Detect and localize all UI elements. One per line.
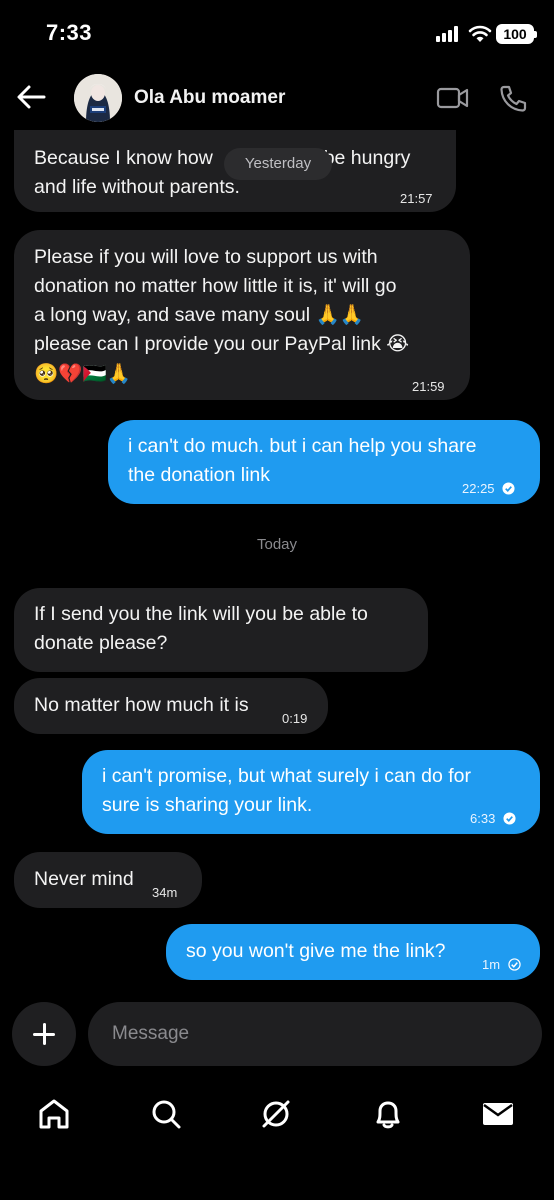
message-incoming[interactable]: Please if you will love to support us wi… (14, 230, 470, 400)
back-arrow-icon[interactable] (16, 84, 46, 110)
wifi-icon (468, 25, 492, 42)
date-pill: Yesterday (224, 148, 332, 180)
bottom-tab-bar (0, 1080, 554, 1150)
status-bar: 7:33 100 (0, 0, 554, 64)
mail-icon[interactable] (478, 1094, 518, 1134)
message-text: donate please? (34, 632, 168, 654)
avatar[interactable] (74, 74, 122, 122)
message-time: 21:57 (400, 191, 433, 206)
chat-header: Ola Abu moamer (0, 64, 554, 134)
message-time: 34m (152, 885, 178, 900)
message-text: If I send you the link will you be able … (34, 603, 368, 625)
message-text: a long way, and save many soul 🙏🙏 (34, 304, 365, 326)
message-incoming[interactable]: If I send you the link will you be able … (14, 588, 428, 672)
phone-call-icon[interactable] (498, 84, 528, 114)
date-separator: Today (256, 536, 298, 553)
search-icon[interactable] (146, 1094, 186, 1134)
read-check-icon (503, 812, 516, 825)
message-text: the donation link (128, 464, 271, 486)
signal-icon (436, 26, 460, 42)
message-outgoing[interactable]: so you won't give me the link? 1m (166, 924, 540, 980)
message-outgoing[interactable]: i can't do much. but i can help you shar… (108, 420, 540, 504)
message-text: i can't promise, but what surely i can d… (102, 765, 471, 787)
battery-tip (534, 31, 537, 38)
message-text: so you won't give me the link? (186, 940, 446, 962)
message-time: 6:33 (470, 804, 516, 833)
add-attachment-button[interactable] (12, 1002, 76, 1066)
message-incoming[interactable]: Never mind 34m (14, 852, 202, 908)
message-outgoing[interactable]: i can't promise, but what surely i can d… (82, 750, 540, 834)
message-emoji-line: 🥺💔🇵🇸🙏 (34, 363, 132, 385)
message-text: donation no matter how little it is, it'… (34, 275, 397, 297)
message-time: 21:59 (412, 379, 445, 394)
message-time: 1m (482, 950, 521, 979)
message-time: 22:25 (462, 474, 515, 503)
message-text: please can I provide you our PayPal link… (34, 333, 410, 355)
battery-icon: 100 (496, 24, 534, 44)
video-call-icon[interactable] (436, 84, 470, 112)
message-text: and life without parents. (34, 176, 240, 198)
message-text: Never mind (34, 868, 134, 890)
bell-icon[interactable] (368, 1094, 408, 1134)
status-time: 7:33 (46, 20, 93, 45)
message-text: sure is sharing your link. (102, 794, 313, 816)
home-icon[interactable] (34, 1094, 74, 1134)
message-time: 0:19 (282, 711, 308, 726)
composer (0, 1000, 554, 1070)
emoji: 😊 (36, 130, 56, 132)
message-incoming[interactable]: No matter how much it is 0:19 (14, 678, 328, 734)
grok-icon[interactable] (256, 1094, 296, 1134)
message-text: Please if you will love to support us wi… (34, 246, 378, 268)
sent-check-icon (508, 958, 521, 971)
read-check-icon (502, 482, 515, 495)
message-text: i can't do much. but i can help you shar… (128, 435, 477, 457)
message-text: No matter how much it is (34, 694, 249, 716)
message-list[interactable]: 😊 Because I know how be hungry and life … (0, 130, 554, 990)
message-input[interactable] (88, 1002, 542, 1066)
contact-name[interactable]: Ola Abu moamer (134, 87, 285, 109)
